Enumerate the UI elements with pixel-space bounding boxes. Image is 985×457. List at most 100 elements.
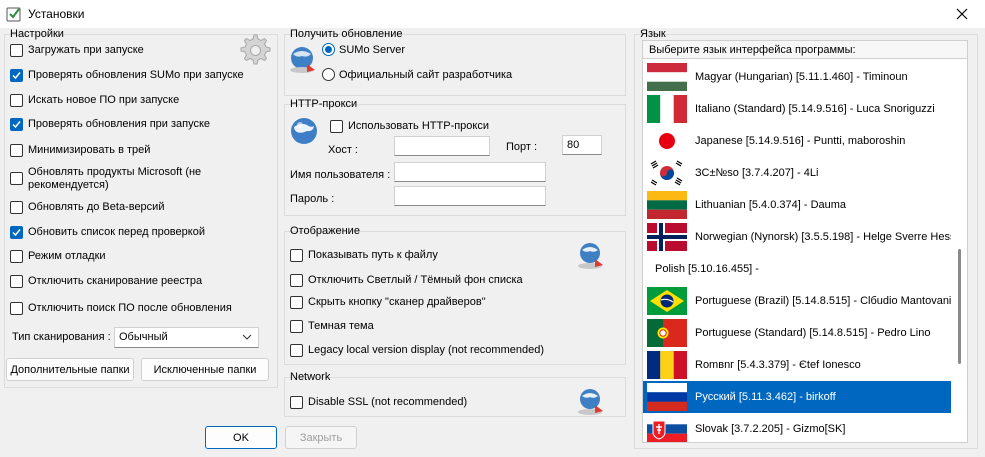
settings-legend: Настройки	[10, 28, 64, 40]
sumo-server-radio[interactable]: SUMo Server	[322, 43, 405, 56]
gear-icon	[240, 34, 271, 65]
scan-type-label: Тип сканирования :	[12, 331, 111, 343]
load-at-startup-checkbox[interactable]: Загружать при запуске	[10, 44, 144, 57]
checkbox-label: Скрыть кнопку "сканер драйверов"	[308, 296, 486, 308]
port-label: Порт :	[506, 141, 538, 153]
language-item-lithuanian[interactable]: Lithuanian [5.4.0.374] - Dauma	[643, 189, 951, 221]
language-item-label: Japanese [5.14.9.516] - Puntti, maborosh…	[695, 135, 906, 147]
checkbox-box[interactable]	[290, 296, 303, 309]
use-proxy-checkbox[interactable]: Использовать HTTP-прокси	[330, 120, 489, 133]
checkmark-icon	[12, 121, 21, 129]
language-item-polish[interactable]: Polish [5.10.16.455] -	[643, 253, 951, 285]
language-item-label: Magyar (Hungarian) [5.11.1.460] - Timino…	[695, 71, 908, 83]
excluded-folders-button[interactable]: Исключенные папки	[141, 358, 269, 381]
checkbox-box[interactable]	[10, 44, 23, 57]
check-updates-at-startup-checkbox[interactable]: Проверять обновления при запуске	[10, 118, 210, 131]
disable-registry-scan-checkbox[interactable]: Отключить сканирование реестра	[10, 275, 202, 288]
checkmark-icon	[12, 229, 21, 237]
language-item-label: Portuguese (Standard) [5.14.8.515] - Ped…	[695, 327, 931, 339]
checkbox-box[interactable]	[10, 250, 23, 263]
checkbox-label: Проверять обновления SUMo при запуске	[28, 69, 244, 81]
checkbox-label: Проверять обновления при запуске	[28, 118, 211, 130]
checkbox-label: Legacy local version display (not recomm…	[308, 344, 545, 356]
disable-ssl-checkbox[interactable]: Disable SSL (not recommended)	[290, 396, 467, 409]
password-label: Пароль :	[290, 193, 335, 205]
extra-folders-button[interactable]: Дополнительные папки	[6, 358, 134, 381]
language-item-portuguese-brazil[interactable]: Portuguese (Brazil) [5.14.8.515] - Clбud…	[643, 285, 951, 317]
language-item-russian[interactable]: Русский [5.11.3.462] - birkoff	[643, 381, 951, 413]
language-item-portuguese[interactable]: Portuguese (Standard) [5.14.8.515] - Ped…	[643, 317, 951, 349]
checkbox-box-checked[interactable]	[10, 69, 23, 82]
checkbox-label: Режим отладки	[28, 250, 106, 262]
host-input[interactable]	[394, 136, 490, 156]
official-site-radio[interactable]: Официальный сайт разработчика	[322, 68, 512, 81]
close-window-button[interactable]	[939, 0, 985, 28]
south-korea-flag-icon	[647, 159, 687, 187]
minimize-to-tray-checkbox[interactable]: Минимизировать в трей	[10, 144, 150, 157]
checkbox-box[interactable]	[10, 144, 23, 157]
radio-button[interactable]	[322, 68, 335, 81]
debug-mode-checkbox[interactable]: Режим отладки	[10, 250, 106, 263]
checkbox-box[interactable]	[290, 320, 303, 333]
language-item-romanian[interactable]: Romвnг [5.4.3.379] - Єtef Ionesco	[643, 349, 951, 381]
brazil-flag-icon	[647, 287, 687, 315]
scrollbar-thumb[interactable]	[958, 249, 961, 364]
checkbox-label: Темная тема	[308, 320, 374, 332]
username-label: Имя пользователя :	[290, 169, 391, 181]
language-list-header: Выберите язык интерфейса программы:	[643, 41, 967, 59]
language-item-japanese[interactable]: Japanese [5.14.9.516] - Puntti, maborosh…	[643, 125, 951, 157]
refresh-list-before-check-checkbox[interactable]: Обновить список перед проверкой	[10, 226, 205, 239]
checkbox-box[interactable]	[10, 201, 23, 214]
checkbox-box[interactable]	[10, 302, 23, 315]
ok-button[interactable]: OK	[205, 426, 277, 449]
checkbox-box[interactable]	[290, 249, 303, 262]
checkbox-box[interactable]	[330, 120, 343, 133]
hide-driver-scanner-checkbox[interactable]: Скрыть кнопку "сканер драйверов"	[290, 296, 486, 309]
language-item-korean[interactable]: ЗС±№so [3.7.4.207] - 4Li	[643, 157, 951, 189]
checkbox-box-checked[interactable]	[10, 226, 23, 239]
legacy-version-display-checkbox[interactable]: Legacy local version display (not recomm…	[290, 344, 544, 357]
check-sumo-updates-checkbox[interactable]: Проверять обновления SUMo при запуске	[10, 69, 244, 82]
dark-theme-checkbox[interactable]: Темная тема	[290, 320, 374, 333]
norway-flag-icon	[647, 223, 687, 251]
checkbox-box[interactable]	[290, 274, 303, 287]
show-file-path-checkbox[interactable]: Показывать путь к файлу	[290, 249, 438, 262]
close-icon	[956, 8, 968, 20]
close-button[interactable]: Закрыть	[285, 426, 357, 449]
globe-update-icon	[578, 389, 603, 415]
language-list[interactable]: Выберите язык интерфейса программы: Magy…	[642, 40, 968, 443]
scan-type-dropdown[interactable]: Обычный	[114, 327, 259, 348]
language-item-slovak[interactable]: Slovak [3.7.2.205] - Gizmo[SK]	[643, 413, 951, 442]
language-item-label: Polish [5.10.16.455] -	[655, 263, 759, 275]
checkbox-label: Показывать путь к файлу	[308, 249, 438, 261]
lithuania-flag-icon	[647, 191, 687, 219]
checkmark-icon	[12, 72, 21, 80]
checkbox-box[interactable]	[10, 275, 23, 288]
checkbox-label: Disable SSL (not recommended)	[308, 396, 468, 408]
hungary-flag-icon	[647, 63, 687, 91]
language-item-norwegian[interactable]: Norwegian (Nynorsk) [3.5.5.198] - Helge …	[643, 221, 951, 253]
checkbox-box-checked[interactable]	[10, 118, 23, 131]
proxy-legend: HTTP-прокси	[290, 98, 358, 110]
disable-search-after-update-checkbox[interactable]: Отключить поиск ПО после обновления	[10, 302, 232, 315]
checkbox-box[interactable]	[290, 344, 303, 357]
language-item-label: Norwegian (Nynorsk) [3.5.5.198] - Helge …	[695, 231, 951, 243]
username-input[interactable]	[394, 162, 546, 182]
russia-flag-icon	[647, 383, 687, 411]
language-item-italian[interactable]: Italiano (Standard) [5.14.9.516] - Luca …	[643, 93, 951, 125]
update-source-legend: Получить обновление	[290, 28, 403, 40]
search-new-software-checkbox[interactable]: Искать новое ПО при запуске	[10, 94, 179, 107]
language-item-hungarian[interactable]: Magyar (Hungarian) [5.11.1.460] - Timino…	[643, 61, 951, 93]
checkbox-box[interactable]	[10, 94, 23, 107]
checkbox-box[interactable]	[10, 172, 23, 185]
language-list-scrollbar[interactable]	[951, 59, 967, 442]
disable-list-background-checkbox[interactable]: Отключить Светлый / Тёмный фон списка	[290, 274, 523, 287]
language-item-label: Italiano (Standard) [5.14.9.516] - Luca …	[695, 103, 935, 115]
slovakia-flag-icon	[647, 415, 687, 442]
port-input[interactable]: 80	[562, 135, 602, 155]
radio-button-selected[interactable]	[322, 43, 335, 56]
update-to-beta-checkbox[interactable]: Обновлять до Beta-версий	[10, 201, 164, 214]
password-input[interactable]	[394, 186, 546, 206]
update-microsoft-products-checkbox[interactable]: Обновлять продукты Microsoft (не рекомен…	[10, 166, 218, 192]
checkbox-box[interactable]	[290, 396, 303, 409]
